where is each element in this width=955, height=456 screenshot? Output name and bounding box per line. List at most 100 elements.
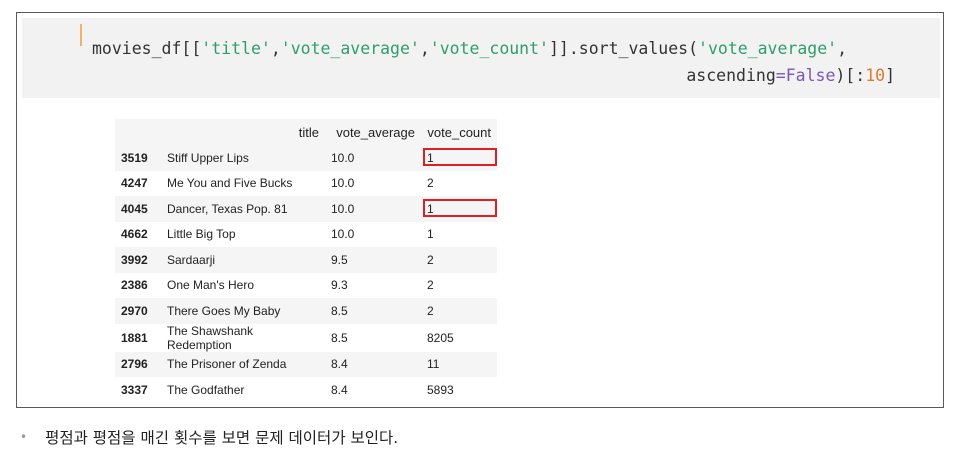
row-index: 3992 bbox=[115, 247, 161, 273]
cell-vote-count: 1 bbox=[421, 196, 497, 222]
cell-title-text: One Man's Hero bbox=[167, 278, 254, 293]
cell-vote-count-text: 2 bbox=[427, 303, 434, 318]
cell-vote-count-text: 2 bbox=[427, 176, 434, 191]
cell-vote-count-text: 8205 bbox=[427, 330, 454, 345]
table-row: 4045 Dancer, Texas Pop. 81 10.0 1 bbox=[115, 196, 497, 222]
cell-title-text: The Godfather bbox=[167, 382, 245, 397]
row-index-text: 2796 bbox=[121, 357, 148, 372]
code-string: 'vote_average' bbox=[280, 39, 420, 58]
table-row: 4247 Me You and Five Bucks 10.0 2 bbox=[115, 170, 497, 196]
column-header-vote-count: vote_count bbox=[421, 119, 497, 145]
row-index: 4662 bbox=[115, 221, 161, 247]
highlight-box bbox=[423, 199, 497, 217]
column-header-index bbox=[115, 119, 161, 145]
cell-title-text: The Prisoner of Zenda bbox=[167, 357, 287, 372]
cell-title: The Godfather bbox=[161, 377, 325, 403]
cell-vote-average: 8.5 bbox=[325, 323, 421, 352]
cell-vote-count-text: 5893 bbox=[427, 382, 454, 397]
cell-vote-average: 10.0 bbox=[325, 170, 421, 196]
cell-title: The Prisoner of Zenda bbox=[161, 351, 325, 377]
dataframe-output: title vote_average vote_count 3519 Stiff … bbox=[115, 119, 497, 403]
code-token: , bbox=[837, 39, 848, 58]
row-index: 4247 bbox=[115, 170, 161, 196]
cell-title-text: Stiff Upper Lips bbox=[167, 150, 249, 165]
row-index-text: 3992 bbox=[121, 252, 148, 267]
cell-vote-average: 8.4 bbox=[325, 377, 421, 403]
cell-vote-count: 1 bbox=[421, 221, 497, 247]
table-row: 2796 The Prisoner of Zenda 8.4 11 bbox=[115, 351, 497, 377]
cell-title: One Man's Hero bbox=[161, 272, 325, 298]
code-text[interactable]: movies_df[['title','vote_average','vote_… bbox=[92, 35, 895, 89]
cell-title-text: The Shawshank Redemption bbox=[167, 323, 254, 352]
cell-vote-count: 5893 bbox=[421, 377, 497, 403]
cell-title: Little Big Top bbox=[161, 221, 325, 247]
cell-vote-average-text: 10.0 bbox=[331, 201, 355, 216]
table-row: 2970 There Goes My Baby 8.5 2 bbox=[115, 298, 497, 324]
cell-vote-average-text: 9.3 bbox=[331, 278, 348, 293]
cell-title: The Shawshank Redemption bbox=[161, 323, 325, 352]
cell-vote-average: 9.5 bbox=[325, 247, 421, 273]
cell-title: Stiff Upper Lips bbox=[161, 145, 325, 171]
table-header-row: title vote_average vote_count bbox=[115, 119, 497, 145]
row-index: 4045 bbox=[115, 196, 161, 222]
note-line: • 평점과 평점을 매긴 횟수를 보면 문제 데이터가 보인다. bbox=[20, 426, 398, 448]
cell-cursor-indicator bbox=[80, 24, 82, 46]
cell-vote-count-text: 1 bbox=[427, 227, 434, 242]
cell-title: There Goes My Baby bbox=[161, 298, 325, 324]
table-row: 3519 Stiff Upper Lips 10.0 1 bbox=[115, 145, 497, 171]
row-index: 2386 bbox=[115, 272, 161, 298]
cell-title-text: Dancer, Texas Pop. 81 bbox=[167, 201, 288, 216]
cell-vote-average: 8.5 bbox=[325, 298, 421, 324]
code-cell[interactable]: movies_df[['title','vote_average','vote_… bbox=[22, 18, 940, 98]
column-header-vote-average: vote_average bbox=[325, 119, 421, 145]
code-string: 'vote_count' bbox=[429, 39, 549, 58]
cell-vote-average-text: 8.5 bbox=[331, 330, 348, 345]
cell-vote-average: 9.3 bbox=[325, 272, 421, 298]
cell-vote-count-text: 11 bbox=[427, 357, 440, 372]
cell-vote-average: 10.0 bbox=[325, 196, 421, 222]
code-token: , bbox=[419, 39, 430, 58]
row-index: 1881 bbox=[115, 323, 161, 352]
cell-vote-average-text: 9.5 bbox=[331, 252, 348, 267]
code-token: , bbox=[270, 39, 281, 58]
cell-vote-average: 10.0 bbox=[325, 145, 421, 171]
cell-title-text: Little Big Top bbox=[167, 227, 236, 242]
code-keyword-arg: ascending bbox=[686, 66, 776, 85]
cell-title: Me You and Five Bucks bbox=[161, 170, 325, 196]
code-line-2: ascending=False)[:10] bbox=[92, 62, 895, 89]
cell-vote-count: 1 bbox=[421, 145, 497, 171]
row-index: 3519 bbox=[115, 145, 161, 171]
cell-title-text: There Goes My Baby bbox=[167, 303, 281, 318]
table-row: 1881 The Shawshank Redemption 8.5 8205 bbox=[115, 323, 497, 352]
cell-vote-count: 2 bbox=[421, 170, 497, 196]
cell-vote-count-text: 2 bbox=[427, 252, 434, 267]
code-token: movies_df[[ bbox=[92, 39, 202, 58]
code-string: 'vote_average' bbox=[698, 39, 838, 58]
highlight-box bbox=[423, 148, 497, 166]
code-boolean: False bbox=[785, 66, 836, 85]
row-index-text: 3337 bbox=[121, 382, 148, 397]
row-index: 3337 bbox=[115, 377, 161, 403]
row-index-text: 4247 bbox=[121, 176, 148, 191]
cell-vote-average-text: 8.5 bbox=[331, 303, 348, 318]
cell-vote-average: 8.4 bbox=[325, 351, 421, 377]
table-row: 3337 The Godfather 8.4 5893 bbox=[115, 377, 497, 403]
code-string: 'title' bbox=[201, 39, 271, 58]
row-index-text: 2386 bbox=[121, 278, 148, 293]
column-header-title: title bbox=[161, 119, 325, 145]
code-number: 10 bbox=[865, 66, 886, 85]
row-index: 2970 bbox=[115, 298, 161, 324]
cell-vote-average-text: 10.0 bbox=[331, 227, 355, 242]
table-row: 4662 Little Big Top 10.0 1 bbox=[115, 221, 497, 247]
note-text: 평점과 평점을 매긴 횟수를 보면 문제 데이터가 보인다. bbox=[45, 429, 399, 447]
code-operator: = bbox=[775, 66, 786, 85]
cell-title: Dancer, Texas Pop. 81 bbox=[161, 196, 325, 222]
cell-vote-average-text: 10.0 bbox=[331, 176, 355, 191]
cell-vote-count-text: 2 bbox=[427, 278, 434, 293]
cell-vote-count: 2 bbox=[421, 247, 497, 273]
cell-vote-average-text: 8.4 bbox=[331, 357, 348, 372]
row-index-text: 1881 bbox=[121, 330, 148, 345]
code-token: ] bbox=[885, 66, 895, 85]
code-token: ]].sort_values( bbox=[549, 39, 699, 58]
cell-title: Sardaarji bbox=[161, 247, 325, 273]
